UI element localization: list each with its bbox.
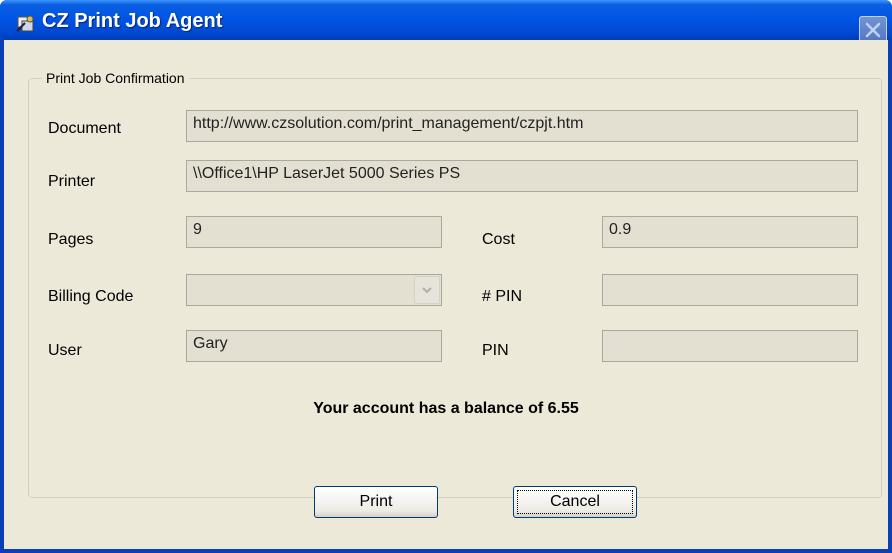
print-button-label: Print [359,493,393,510]
document-field[interactable]: http://www.czsolution.com/print_manageme… [186,110,858,142]
user-field[interactable]: Gary [186,330,442,362]
dialog-client-area: Print Job Confirmation Document http://w… [4,40,888,549]
window-frame-bottom [0,549,892,553]
pin-field[interactable] [602,330,858,362]
pages-label: Pages [48,231,94,248]
window-title: CZ Print Job Agent [42,10,223,32]
window-frame-right [888,40,892,553]
chevron-down-icon [422,287,432,294]
cost-field[interactable]: 0.9 [602,216,858,248]
user-label: User [48,342,82,359]
focus-ring [517,490,633,514]
title-bar[interactable]: CZ Print Job Agent [0,0,892,44]
balance-message: Your account has a balance of 6.55 [313,400,579,417]
printer-field[interactable]: \\Office1\HP LaserJet 5000 Series PS [186,160,858,192]
document-label: Document [48,120,121,137]
billing-code-dropdown-button[interactable] [414,276,440,304]
print-button[interactable]: Print [314,486,438,518]
billing-code-select[interactable] [186,274,442,306]
cost-label: Cost [482,231,515,248]
printer-label: Printer [48,173,96,190]
billing-code-label: Billing Code [48,288,134,305]
num-pin-field[interactable] [602,274,858,306]
pin-label: PIN [482,342,509,359]
num-pin-label: # PIN [482,288,523,305]
print-agent-icon [16,15,34,32]
dialog-window: CZ Print Job Agent Print Job Confirmatio… [0,0,892,553]
group-title: Print Job Confirmation [42,70,189,86]
pages-field[interactable]: 9 [186,216,442,248]
cancel-button[interactable]: Cancel [513,486,637,518]
